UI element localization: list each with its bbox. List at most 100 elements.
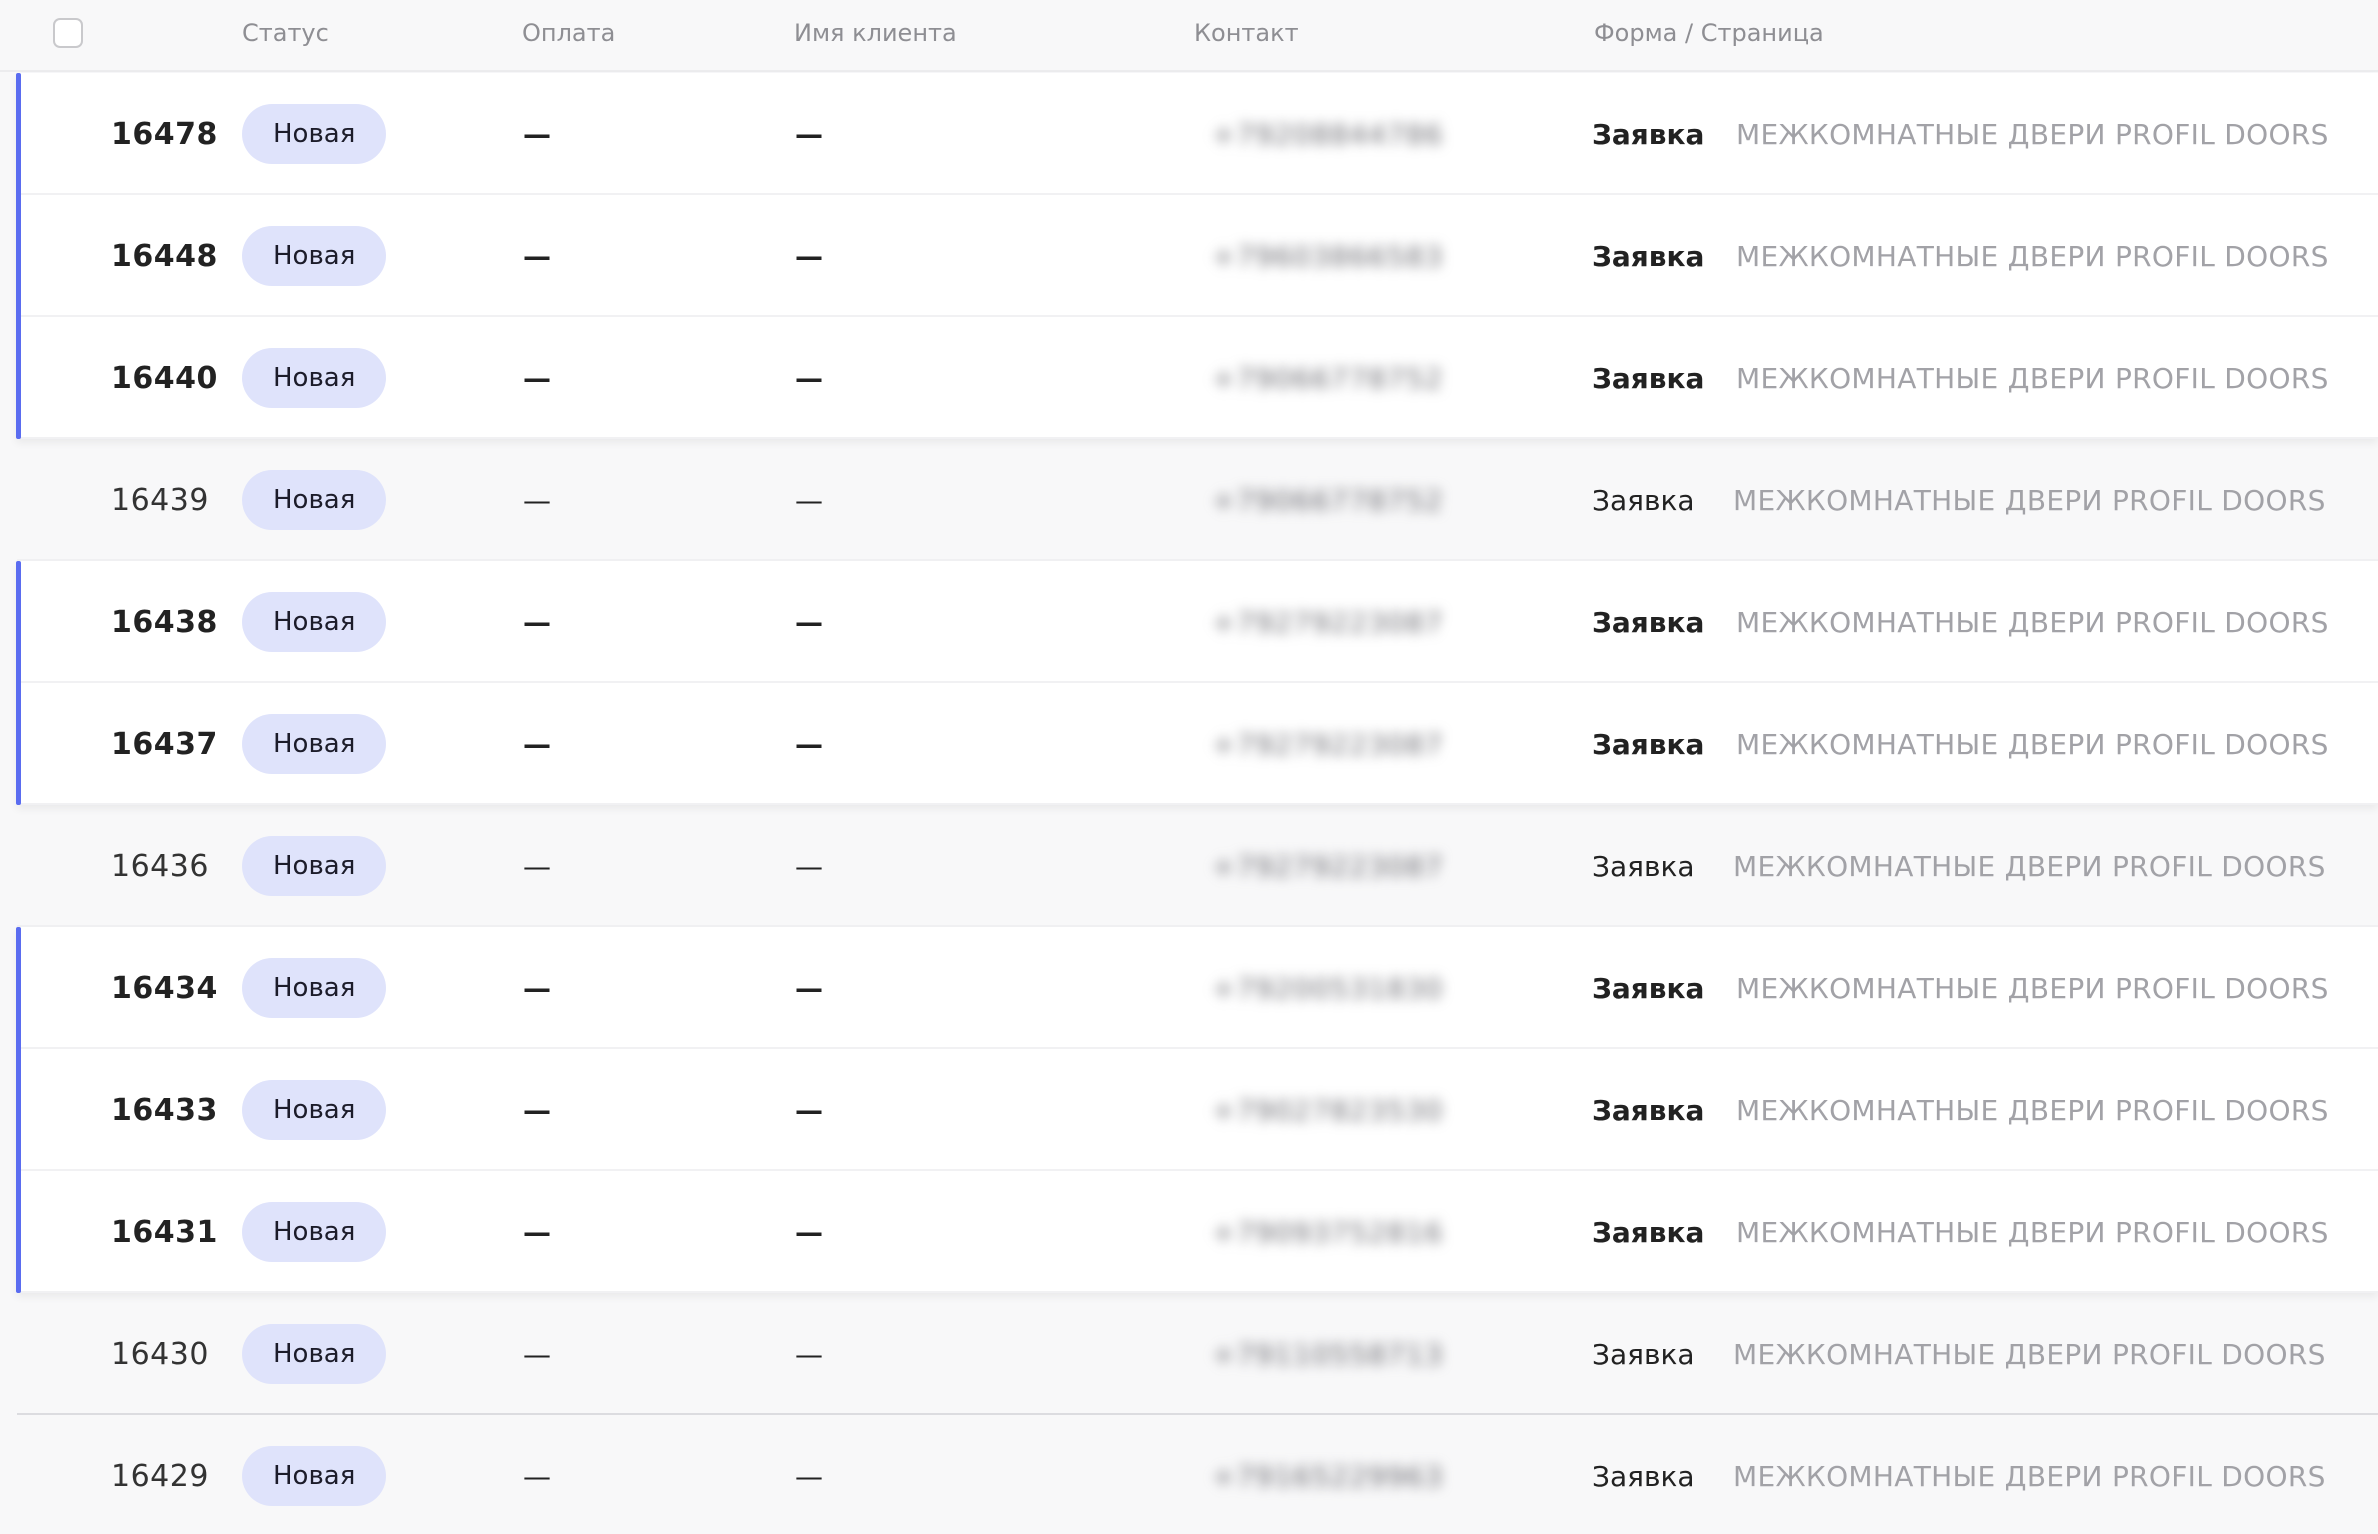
lead-id: 16434: [111, 970, 218, 1006]
client-name-value: —: [795, 361, 823, 395]
contact-cell: +79208844786: [1162, 73, 1452, 195]
payment-value: —: [523, 605, 551, 639]
header-status[interactable]: Статус: [242, 19, 329, 47]
table-row[interactable]: 16434 Новая — — +79200531830 Заявка МЕЖКОМНАТН…: [17, 927, 2378, 1049]
table-row[interactable]: 16478 Новая — — +79208844786 Заявка МЕЖКОМНАТН…: [17, 73, 2378, 195]
lead-id: 16448: [111, 238, 218, 274]
lead-id: 16433: [111, 1092, 218, 1128]
client-name-value: —: [795, 971, 823, 1005]
table-row[interactable]: 16436 Новая — — +79279223087 Заявка МЕЖКОМНАТН…: [17, 805, 2378, 927]
header-form-page[interactable]: Форма / Страница: [1594, 19, 1824, 47]
table-row[interactable]: 16438 Новая — — +79279223087 Заявка МЕЖКОМНАТН…: [17, 561, 2378, 683]
page-name: МЕЖКОМНАТНЫЕ ДВЕРИ PROFIL DOORS: [1736, 361, 2329, 395]
table-row[interactable]: 16440 Новая — — +79066778752 Заявка МЕЖКОМНАТН…: [17, 317, 2378, 439]
lead-id: 16436: [111, 848, 209, 884]
status-badge[interactable]: Новая: [242, 470, 387, 530]
table-row[interactable]: 16437 Новая — — +79279223087 Заявка МЕЖКОМНАТН…: [17, 683, 2378, 805]
form-name: Заявка: [1592, 1337, 1695, 1371]
status-badge[interactable]: Новая: [242, 1202, 387, 1262]
status-badge[interactable]: Новая: [242, 1324, 387, 1384]
table-row[interactable]: 16448 Новая — — +79603866583 Заявка МЕЖКОМНАТН…: [17, 195, 2378, 317]
payment-value: —: [523, 239, 551, 273]
payment-value: —: [523, 1459, 551, 1493]
form-name: Заявка: [1592, 117, 1705, 151]
header-payment[interactable]: Оплата: [522, 19, 615, 47]
status-cell: Новая: [242, 195, 387, 317]
contact-cell: +79200531830: [1162, 927, 1452, 1049]
status-badge[interactable]: Новая: [242, 836, 387, 896]
page-name: МЕЖКОМНАТНЫЕ ДВЕРИ PROFIL DOORS: [1733, 1337, 2326, 1371]
status-badge[interactable]: Новая: [242, 958, 387, 1018]
status-badge[interactable]: Новая: [242, 714, 387, 774]
contact-cell: +79066778752: [1162, 439, 1452, 561]
lead-id: 16439: [111, 482, 209, 518]
header-client-name[interactable]: Имя клиента: [794, 19, 957, 47]
page-name: МЕЖКОМНАТНЫЕ ДВЕРИ PROFIL DOORS: [1736, 727, 2329, 761]
lead-id: 16437: [111, 726, 218, 762]
lead-id: 16430: [111, 1336, 209, 1372]
contact-value-blurred: +79279223087: [1212, 727, 1444, 761]
status-badge[interactable]: Новая: [242, 226, 387, 286]
page-name: МЕЖКОМНАТНЫЕ ДВЕРИ PROFIL DOORS: [1736, 605, 2329, 639]
contact-value-blurred: +79027823530: [1212, 1093, 1444, 1127]
header-contact[interactable]: Контакт: [1194, 19, 1299, 47]
status-cell: Новая: [242, 805, 387, 927]
client-name-value: —: [795, 1337, 823, 1371]
page-name: МЕЖКОМНАТНЫЕ ДВЕРИ PROFIL DOORS: [1736, 1215, 2329, 1249]
contact-cell: +79279223087: [1162, 561, 1452, 683]
lead-id: 16478: [111, 116, 218, 152]
form-name: Заявка: [1592, 849, 1695, 883]
contact-value-blurred: +79066778752: [1212, 483, 1444, 517]
contact-cell: +79110558713: [1162, 1293, 1452, 1415]
status-cell: Новая: [242, 1293, 387, 1415]
client-name-value: —: [795, 483, 823, 517]
table-row[interactable]: 16431 Новая — — +79093752816 Заявка МЕЖКОМНАТН…: [17, 1171, 2378, 1293]
status-badge[interactable]: Новая: [242, 348, 387, 408]
contact-value-blurred: +79208844786: [1212, 117, 1444, 151]
status-badge[interactable]: Новая: [242, 104, 387, 164]
table-row[interactable]: 16433 Новая — — +79027823530 Заявка МЕЖКОМНАТН…: [17, 1049, 2378, 1171]
status-cell: Новая: [242, 683, 387, 805]
page-name: МЕЖКОМНАТНЫЕ ДВЕРИ PROFIL DOORS: [1733, 483, 2326, 517]
form-name: Заявка: [1592, 605, 1705, 639]
page-name: МЕЖКОМНАТНЫЕ ДВЕРИ PROFIL DOORS: [1733, 849, 2326, 883]
form-name: Заявка: [1592, 1459, 1695, 1493]
page-name: МЕЖКОМНАТНЫЕ ДВЕРИ PROFIL DOORS: [1736, 239, 2329, 273]
client-name-value: —: [795, 1215, 823, 1249]
status-cell: Новая: [242, 1171, 387, 1293]
status-badge[interactable]: Новая: [242, 1080, 387, 1140]
payment-value: —: [523, 1337, 551, 1371]
contact-cell: +79066778752: [1162, 317, 1452, 439]
table-row[interactable]: 16430 Новая — — +79110558713 Заявка МЕЖКОМНАТН…: [17, 1293, 2378, 1415]
payment-value: —: [523, 483, 551, 517]
unread-group-indicator: [16, 73, 21, 439]
table-header: Статус Оплата Имя клиента Контакт Форма …: [0, 0, 2378, 72]
form-name: Заявка: [1592, 361, 1705, 395]
client-name-value: —: [795, 1093, 823, 1127]
contact-value-blurred: +79603866583: [1212, 239, 1444, 273]
table-row[interactable]: 16439 Новая — — +79066778752 Заявка МЕЖКОМНАТН…: [17, 439, 2378, 561]
form-name: Заявка: [1592, 239, 1705, 273]
contact-cell: +79603866583: [1162, 195, 1452, 317]
contact-cell: +79027823530: [1162, 1049, 1452, 1171]
table-row[interactable]: 16429 Новая — — +79165229963 Заявка МЕЖКОМНАТН…: [17, 1415, 2378, 1534]
payment-value: —: [523, 361, 551, 395]
contact-value-blurred: +79110558713: [1212, 1337, 1444, 1371]
client-name-value: —: [795, 239, 823, 273]
status-badge[interactable]: Новая: [242, 1446, 387, 1506]
select-all-checkbox[interactable]: [53, 18, 83, 48]
status-badge[interactable]: Новая: [242, 592, 387, 652]
status-cell: Новая: [242, 927, 387, 1049]
payment-value: —: [523, 849, 551, 883]
client-name-value: —: [795, 1459, 823, 1493]
status-cell: Новая: [242, 1049, 387, 1171]
client-name-value: —: [795, 849, 823, 883]
page-name: МЕЖКОМНАТНЫЕ ДВЕРИ PROFIL DOORS: [1736, 971, 2329, 1005]
status-cell: Новая: [242, 73, 387, 195]
payment-value: —: [523, 1215, 551, 1249]
lead-id: 16440: [111, 360, 218, 396]
payment-value: —: [523, 117, 551, 151]
lead-id: 16429: [111, 1458, 209, 1494]
lead-id: 16431: [111, 1214, 218, 1250]
lead-id: 16438: [111, 604, 218, 640]
